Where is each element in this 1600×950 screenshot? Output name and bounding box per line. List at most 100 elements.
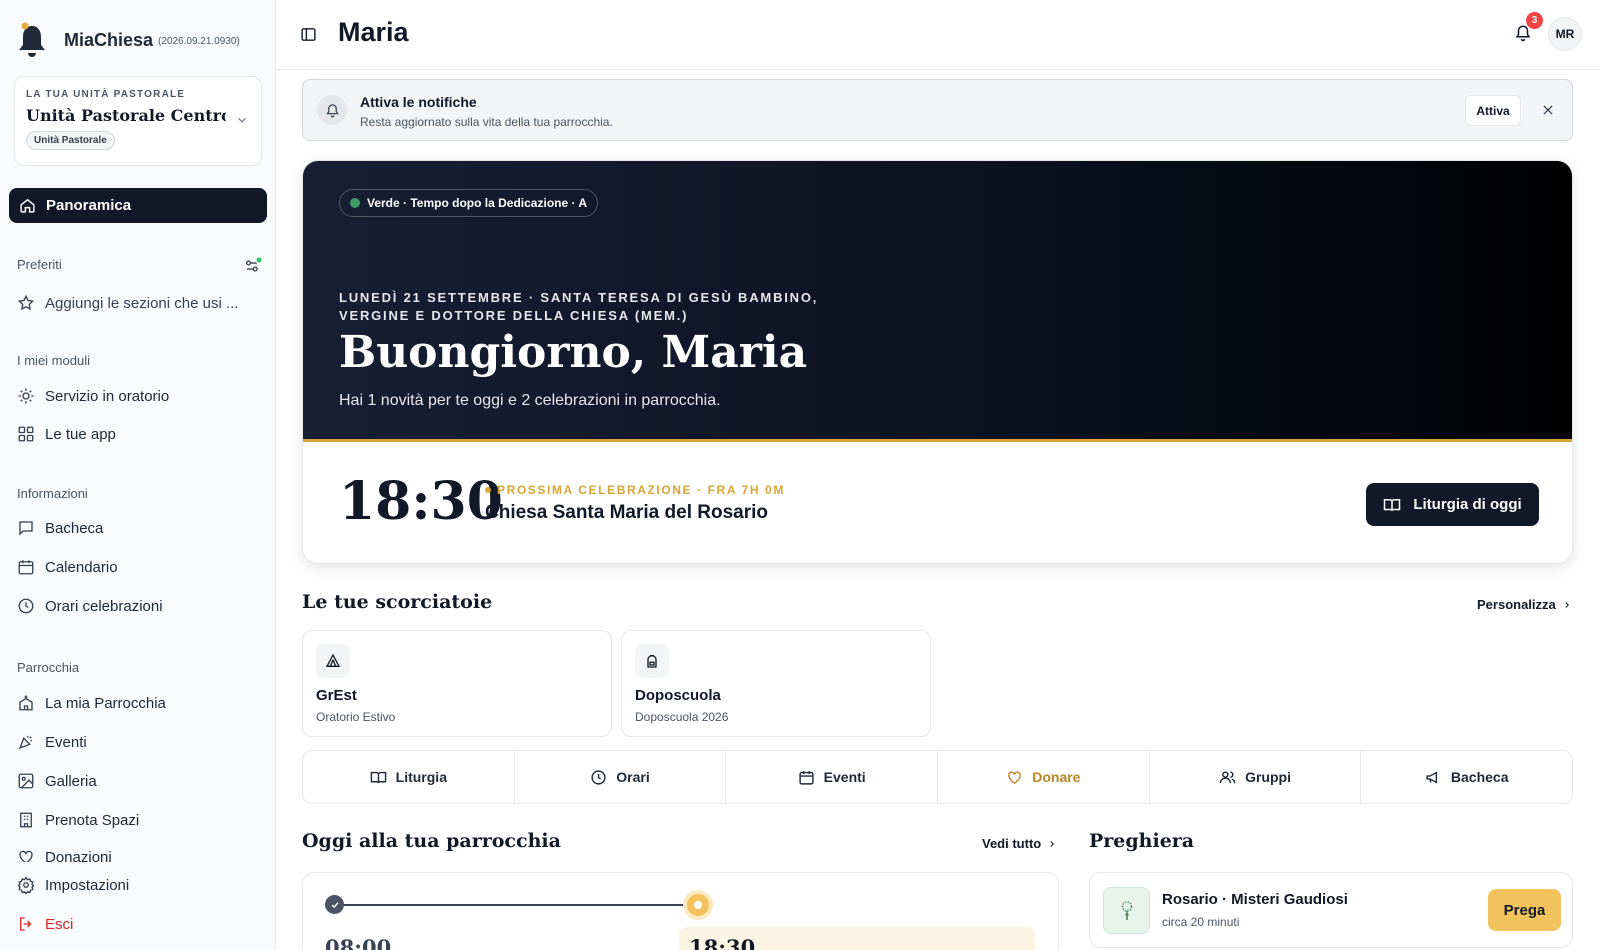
add-favorites[interactable]: Aggiungi le sezioni che usi ... bbox=[17, 294, 267, 312]
quick-gruppi[interactable]: Gruppi bbox=[1150, 751, 1362, 803]
sidebar-item-panoramica[interactable]: Panoramica bbox=[9, 188, 267, 223]
sidebar-item-impostazioni[interactable]: Impostazioni bbox=[17, 876, 267, 894]
next-celebration-church: Chiesa Santa Maria del Rosario bbox=[485, 502, 768, 523]
logout-button[interactable]: Esci bbox=[17, 915, 267, 933]
star-icon bbox=[17, 294, 35, 312]
avatar[interactable]: MR bbox=[1548, 17, 1582, 51]
notifications-button[interactable]: 3 bbox=[1514, 12, 1543, 42]
prayer-title: Preghiera bbox=[1089, 830, 1195, 852]
message-icon bbox=[17, 519, 35, 537]
sidebar-item-label: Orari celebrazioni bbox=[45, 597, 163, 615]
timeline-time: 18:30 bbox=[689, 935, 756, 950]
sidebar-item-label: Galleria bbox=[45, 772, 97, 790]
sidebar-item-bacheca[interactable]: Bacheca bbox=[17, 519, 267, 537]
quick-label: Gruppi bbox=[1245, 769, 1291, 785]
pray-button[interactable]: Prega bbox=[1488, 889, 1561, 931]
prayer-name: Rosario · Misteri Gaudiosi bbox=[1162, 891, 1348, 908]
sidebar-item-donazioni[interactable]: Donazioni bbox=[17, 848, 267, 862]
close-icon[interactable] bbox=[1541, 103, 1555, 117]
sidebar-item-eventi[interactable]: Eventi bbox=[17, 733, 267, 751]
quick-orari[interactable]: Orari bbox=[515, 751, 727, 803]
timeline-time[interactable]: 08:00 bbox=[325, 935, 391, 950]
section-parrocchia: Parrocchia bbox=[17, 660, 80, 675]
logout-label: Esci bbox=[45, 915, 74, 933]
next-celebration-label: PROSSIMA CELEBRAZIONE · FRA 7H 0M bbox=[485, 483, 785, 497]
unit-badge: Unità Pastorale bbox=[26, 131, 115, 150]
notification-banner: Attiva le notifiche Resta aggiornato sul… bbox=[302, 79, 1573, 141]
banner-title: Attiva le notifiche bbox=[360, 94, 477, 110]
liturgy-button-label: Liturgia di oggi bbox=[1413, 496, 1522, 513]
shortcut-name: Doposcuola bbox=[635, 687, 721, 704]
page-title: Maria bbox=[338, 17, 409, 47]
customize-favorites-icon[interactable] bbox=[244, 257, 262, 275]
calendar-icon bbox=[17, 558, 35, 576]
sidebar-toggle-icon[interactable] bbox=[300, 26, 317, 43]
quick-bacheca[interactable]: Bacheca bbox=[1361, 751, 1572, 803]
sidebar-item-app[interactable]: Le tue app bbox=[17, 425, 267, 443]
quick-eventi[interactable]: Eventi bbox=[726, 751, 939, 803]
shortcut-card-doposcuola[interactable]: Doposcuola Doposcuola 2026 bbox=[621, 630, 931, 737]
quick-label: Eventi bbox=[823, 769, 866, 785]
quick-label: Donare bbox=[1032, 769, 1081, 785]
rosary-icon bbox=[1103, 887, 1150, 934]
sidebar-item-parrocchia[interactable]: La mia Parrocchia bbox=[17, 694, 267, 712]
timeline-next-item[interactable]: 18:30 bbox=[679, 927, 1035, 950]
unit-selector[interactable]: LA TUA UNITÀ PASTORALE Unità Pastorale C… bbox=[14, 76, 262, 166]
next-label-text: PROSSIMA CELEBRAZIONE · FRA 7H 0M bbox=[497, 483, 785, 497]
sidebar-item-label: Prenota Spazi bbox=[45, 811, 140, 829]
quick-actions-bar: Liturgia Orari Eventi Donare Gruppi Bach… bbox=[302, 750, 1573, 804]
gallery-icon bbox=[17, 772, 35, 790]
greeting-subtitle: Hai 1 novità per te oggi e 2 celebrazion… bbox=[339, 392, 721, 409]
sidebar-item-orari[interactable]: Orari celebrazioni bbox=[17, 597, 267, 615]
book-icon bbox=[370, 769, 387, 786]
sidebar-item-label: Servizio in oratorio bbox=[45, 387, 170, 405]
building-icon bbox=[17, 811, 35, 829]
bell-icon bbox=[16, 22, 48, 58]
sidebar-item-galleria[interactable]: Galleria bbox=[17, 772, 267, 790]
hero-banner: Verde · Tempo dopo la Dedicazione · A LU… bbox=[303, 161, 1572, 442]
sidebar-item-label: Bacheca bbox=[45, 519, 104, 537]
clock-icon bbox=[590, 769, 607, 786]
calendar-icon bbox=[798, 769, 815, 786]
quick-liturgia[interactable]: Liturgia bbox=[303, 751, 515, 803]
quick-label: Liturgia bbox=[395, 769, 447, 785]
liturgical-color-dot bbox=[350, 198, 360, 208]
see-all-link[interactable]: Vedi tutto bbox=[982, 836, 1063, 851]
shortcut-name: GrEst bbox=[316, 687, 357, 704]
sidebar: MiaChiesa (2026.09.21.0930) LA TUA UNITÀ… bbox=[0, 0, 276, 950]
users-icon bbox=[1219, 769, 1236, 786]
chevron-right-icon bbox=[1047, 839, 1057, 849]
customize-link[interactable]: Personalizza bbox=[1477, 597, 1578, 612]
brand[interactable]: MiaChiesa (2026.09.21.0930) bbox=[16, 22, 240, 58]
activate-notifications-button[interactable]: Attiva bbox=[1465, 95, 1521, 126]
book-icon bbox=[1383, 496, 1401, 514]
backpack-icon bbox=[635, 644, 669, 678]
shortcut-card-grest[interactable]: GrEst Oratorio Estivo bbox=[302, 630, 612, 737]
greeting: Buongiorno, Maria bbox=[339, 327, 808, 378]
shortcuts-title: Le tue scorciatoie bbox=[302, 591, 493, 613]
gear-icon bbox=[17, 876, 35, 894]
bell-icon bbox=[317, 95, 347, 125]
sidebar-item-spazi[interactable]: Prenota Spazi bbox=[17, 811, 267, 829]
quick-donare[interactable]: Donare bbox=[938, 751, 1150, 803]
quick-label: Bacheca bbox=[1450, 769, 1509, 785]
prayer-card: Rosario · Misteri Gaudiosi circa 20 minu… bbox=[1089, 872, 1573, 948]
sidebar-item-label: Panoramica bbox=[46, 197, 132, 214]
banner-subtitle: Resta aggiornato sulla vita della tua pa… bbox=[360, 115, 613, 129]
liturgy-today-button[interactable]: Liturgia di oggi bbox=[1366, 483, 1539, 526]
grid-icon bbox=[17, 425, 35, 443]
sidebar-item-label: Eventi bbox=[45, 733, 87, 751]
heart-icon bbox=[17, 848, 35, 862]
next-celebration-time: 18:30 bbox=[339, 471, 503, 532]
liturgical-season-pill: Verde · Tempo dopo la Dedicazione · A bbox=[339, 189, 599, 217]
prayer-duration: circa 20 minuti bbox=[1162, 915, 1240, 929]
liturgical-season: Verde · Tempo dopo la Dedicazione · A bbox=[367, 196, 588, 210]
unit-label: LA TUA UNITÀ PASTORALE bbox=[26, 89, 186, 100]
sidebar-item-label: Calendario bbox=[45, 558, 118, 576]
today-timeline-card: 08:00 18:30 bbox=[302, 872, 1059, 950]
sidebar-item-servizio[interactable]: Servizio in oratorio bbox=[17, 387, 267, 405]
heart-icon bbox=[1006, 769, 1023, 786]
see-all-label: Vedi tutto bbox=[982, 836, 1042, 851]
sidebar-item-calendario[interactable]: Calendario bbox=[17, 558, 267, 576]
logout-icon bbox=[17, 915, 35, 933]
